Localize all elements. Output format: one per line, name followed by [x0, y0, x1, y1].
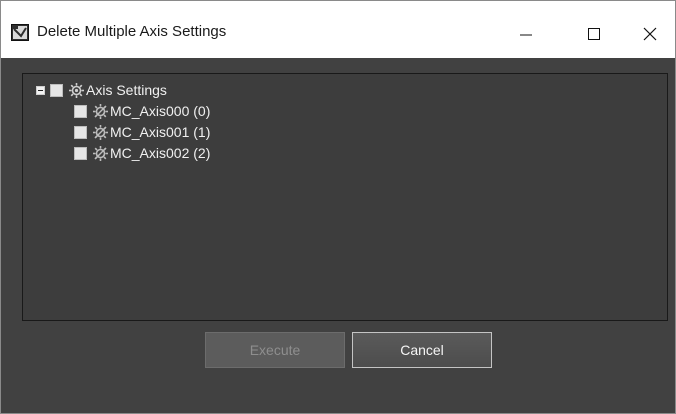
collapse-icon[interactable]: [36, 85, 45, 95]
axis-tree: Axis Settings MC_Axis000 (0) MC_Axis001 …: [22, 73, 668, 321]
tree-item-label: MC_Axis002 (2): [110, 145, 211, 161]
tree-item-label: MC_Axis001 (1): [110, 124, 211, 140]
tree-root-axis-settings[interactable]: Axis Settings: [36, 80, 167, 100]
tree-root-label: Axis Settings: [86, 82, 167, 98]
tree-item-mc-axis000[interactable]: MC_Axis000 (0): [74, 101, 210, 121]
tree-checkbox-mc-axis000[interactable]: [74, 104, 87, 118]
tree-item-label: MC_Axis000 (0): [110, 103, 211, 119]
gear-icon: [69, 82, 84, 98]
dialog-window: Delete Multiple Axis Settings Axis Setti…: [0, 0, 676, 414]
tree-item-mc-axis001[interactable]: MC_Axis001 (1): [74, 122, 210, 142]
tree-checkbox-axis-settings[interactable]: [50, 83, 63, 97]
window-title: Delete Multiple Axis Settings: [37, 23, 227, 40]
close-button[interactable]: [625, 11, 675, 57]
tree-item-mc-axis002[interactable]: MC_Axis002 (2): [74, 143, 210, 163]
gear-icon: [93, 145, 108, 161]
tree-checkbox-mc-axis001[interactable]: [74, 125, 87, 139]
cancel-button[interactable]: Cancel: [352, 332, 492, 368]
close-icon: [643, 27, 657, 41]
maximize-button[interactable]: [569, 11, 619, 57]
app-icon: [11, 24, 29, 41]
gear-icon: [93, 103, 108, 119]
dialog-body: Axis Settings MC_Axis000 (0) MC_Axis001 …: [1, 58, 675, 413]
gear-icon: [93, 124, 108, 140]
minimize-button[interactable]: [501, 11, 551, 57]
maximize-icon: [588, 28, 600, 40]
minimize-icon: [520, 34, 532, 36]
title-bar[interactable]: Delete Multiple Axis Settings: [1, 1, 675, 58]
execute-button[interactable]: Execute: [205, 332, 345, 368]
tree-checkbox-mc-axis002[interactable]: [74, 146, 87, 160]
